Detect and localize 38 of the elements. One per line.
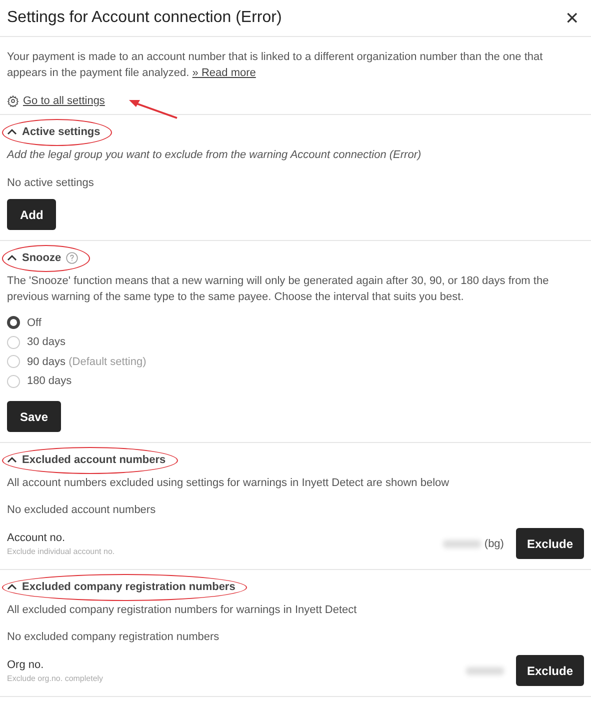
option-label: Off	[27, 316, 42, 329]
blurred-value	[443, 540, 482, 548]
section-description: Add the legal group you want to exclude from the warning Account connection (Error)	[7, 148, 422, 163]
exclude-button[interactable]: Exclude	[516, 528, 584, 559]
chevron-icon[interactable]	[7, 127, 17, 137]
blurred-value	[466, 666, 504, 674]
read-more-link[interactable]: » Read more	[192, 67, 256, 79]
section-heading: Snooze	[22, 252, 62, 264]
chevron-icon[interactable]	[7, 455, 17, 465]
add-button[interactable]: Add	[7, 199, 56, 230]
section-description: All excluded company registration numbers for warnings in Inyett Detect	[7, 603, 358, 618]
section-description: All account numbers excluded using settings for warnings in Inyett Detect are shown below	[7, 476, 450, 491]
field-hint: Exclude individual account no.	[7, 546, 115, 556]
chevron-icon[interactable]	[7, 582, 17, 592]
section-heading: Excluded company registration numbers	[22, 581, 236, 593]
settings-icon	[7, 95, 19, 107]
empty-message: No excluded account numbers	[7, 503, 157, 518]
radio-button[interactable]	[7, 316, 20, 330]
option-label: 90 days (Default setting)	[27, 356, 146, 368]
field-hint: Exclude org.no. completely	[7, 674, 104, 682]
help-icon[interactable]	[66, 252, 78, 264]
section-heading: Active settings	[22, 126, 100, 138]
chevron-icon[interactable]	[7, 253, 17, 263]
settings-link[interactable]: Go to all settings	[23, 95, 105, 107]
section-description: The 'Snooze' function means that a new warning will only be generated again after 30, 90, or 180 days from the previous warning of the same type to the same payee. Choose the interval that suits you best.	[7, 274, 550, 305]
field-label: Account no.	[7, 532, 66, 544]
value-suffix: (bg)	[484, 538, 504, 550]
save-button[interactable]: Save	[7, 401, 62, 432]
option-label: 180 days	[27, 375, 72, 388]
empty-message: No active settings	[7, 176, 95, 191]
intro-text: Your payment is made to an account number that is linked to a different organization number than the one that appears in the payment file analyzed. » Read more	[7, 50, 544, 81]
option-label: 30 days	[27, 336, 66, 348]
section-heading: Excluded account numbers	[22, 454, 166, 466]
field-label: Org no.	[7, 658, 45, 670]
empty-message: No excluded company registration numbers	[7, 630, 220, 645]
dialog-title: Settings for Account connection (Error)	[7, 9, 282, 27]
close-button[interactable]: ✕	[565, 10, 579, 26]
exclude-button[interactable]: Exclude	[516, 655, 584, 686]
